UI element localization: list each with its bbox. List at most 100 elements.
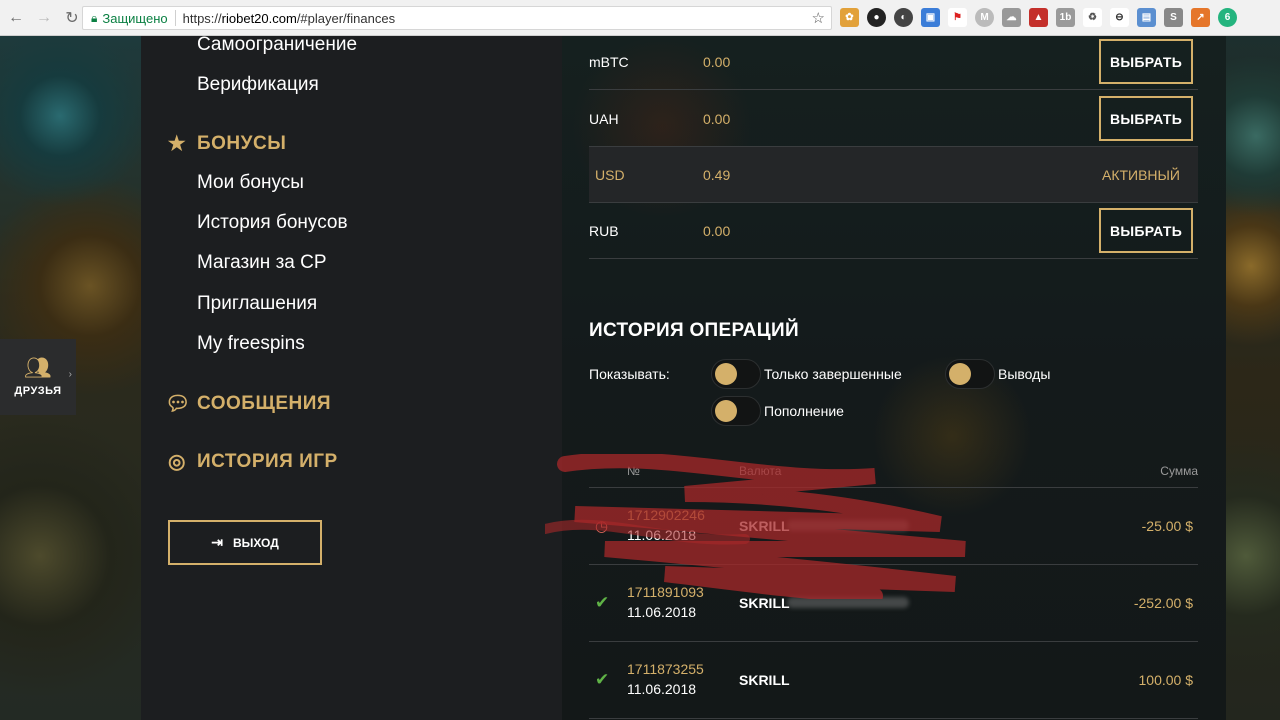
checkmark-icon: ✔: [595, 670, 610, 689]
star-icon: ★: [167, 133, 187, 155]
chart-icon[interactable]: ↗: [1191, 8, 1210, 27]
extension-icon[interactable]: ◐: [894, 8, 913, 27]
table-row[interactable]: ✔ 1711873255 11.06.2018 SKRILL 100.00 $: [589, 642, 1198, 719]
currency-code: USD: [595, 166, 625, 183]
url-text: https://riobet20.com/#player/finances: [182, 10, 396, 26]
currency-amount: 0.00: [703, 53, 731, 70]
currency-code: UAH: [589, 110, 619, 127]
finances-panel: mBTC 0.00 ВЫБРАТЬ UAH 0.00 ВЫБРАТЬ USD 0…: [562, 36, 1226, 720]
bookmark-star-icon[interactable]: ☆: [812, 9, 825, 27]
operation-method: SKRILL: [739, 672, 790, 688]
extension-icon[interactable]: ▤: [1137, 8, 1156, 27]
extension-icon[interactable]: ⊖: [1110, 8, 1129, 27]
extension-icon[interactable]: 1b: [1056, 8, 1075, 27]
forward-arrow-icon[interactable]: →: [32, 6, 56, 30]
toggle-withdrawals-label: Выводы: [998, 366, 1051, 382]
back-arrow-icon[interactable]: ←: [4, 6, 28, 30]
extension-icon[interactable]: M: [975, 8, 994, 27]
currency-amount: 0.00: [703, 222, 731, 239]
toggle-knob: [715, 363, 737, 385]
address-bar[interactable]: 🔒︎ Защищено https://riobet20.com/#player…: [82, 6, 832, 30]
menu-item-invitations[interactable]: Приглашения: [197, 293, 317, 315]
section-messages[interactable]: 💬︎ СООБЩЕНИЯ: [165, 391, 331, 416]
filter-show-label: Показывать:: [589, 366, 670, 382]
lock-icon: 🔒︎: [91, 10, 98, 25]
toggle-completed-only-label: Только завершенные: [764, 366, 902, 382]
recycle-icon[interactable]: ♻: [1083, 8, 1102, 27]
section-messages-title: СООБЩЕНИЯ: [197, 392, 332, 414]
toggle-completed-only[interactable]: [711, 359, 761, 389]
redacted-email: [787, 597, 909, 608]
menu-item-my-bonuses[interactable]: Мои бонусы: [197, 172, 304, 194]
logout-button[interactable]: ⇥ ВЫХОД: [168, 520, 322, 565]
section-games-history[interactable]: ◎ ИСТОРИЯ ИГР: [165, 449, 338, 474]
operation-amount: 100.00 $: [1138, 672, 1194, 688]
operation-amount: -25.00 $: [1141, 518, 1193, 534]
column-header-amount: Сумма: [1160, 464, 1198, 478]
extension-icon[interactable]: ☁: [1002, 8, 1021, 27]
menu-item-self-limitation[interactable]: Самоограничение: [197, 36, 357, 56]
checkmark-icon: ✔: [595, 593, 610, 612]
operation-date: 11.06.2018: [627, 681, 697, 697]
column-header-currency: Валюта: [739, 464, 782, 478]
secure-label: Защищено: [102, 10, 168, 26]
friends-label: ДРУЗЬЯ: [14, 385, 62, 397]
page: 👥︎ ДРУЗЬЯ › Самоограничение Верификация …: [0, 36, 1280, 720]
menu-item-verification[interactable]: Верификация: [197, 74, 319, 96]
section-games-history-title: ИСТОРИЯ ИГР: [197, 450, 338, 472]
active-status-label: АКТИВНЫЙ: [1101, 166, 1180, 183]
menu-item-bonus-history[interactable]: История бонусов: [197, 212, 348, 234]
people-icon: 👥︎: [24, 355, 52, 380]
extension-icon[interactable]: S: [1164, 8, 1183, 27]
toggle-deposits-label: Пополнение: [764, 403, 844, 419]
operations-history-title: ИСТОРИЯ ОПЕРАЦИЙ: [589, 320, 799, 341]
pdf-icon[interactable]: ▲: [1029, 8, 1048, 27]
currency-row-mbtc: mBTC 0.00 ВЫБРАТЬ: [589, 36, 1198, 90]
toggle-knob: [715, 400, 737, 422]
extension-icon[interactable]: ✿: [840, 8, 859, 27]
select-currency-button[interactable]: ВЫБРАТЬ: [1099, 208, 1193, 253]
toggle-deposits[interactable]: [711, 396, 761, 426]
select-currency-button[interactable]: ВЫБРАТЬ: [1099, 39, 1193, 84]
background-art-right: [1226, 36, 1280, 720]
operation-date: 11.06.2018: [627, 604, 697, 620]
currency-row-rub: RUB 0.00 ВЫБРАТЬ: [589, 203, 1198, 259]
redacted-email: [787, 520, 909, 531]
extension-icon[interactable]: ▣: [921, 8, 940, 27]
friends-tab[interactable]: 👥︎ ДРУЗЬЯ ›: [0, 339, 76, 415]
extensions-bar: ✿ ● ◐ ▣ ⚑ M ☁ ▲ 1b ♻ ⊖ ▤ S ↗ 6: [840, 8, 1237, 27]
select-currency-button[interactable]: ВЫБРАТЬ: [1099, 96, 1193, 141]
currency-row-uah: UAH 0.00 ВЫБРАТЬ: [589, 91, 1198, 147]
currency-code: RUB: [589, 222, 619, 239]
logout-label: ВЫХОД: [232, 535, 279, 550]
section-bonuses-title: БОНУСЫ: [197, 132, 287, 154]
menu-item-freespins[interactable]: My freespins: [197, 333, 305, 355]
chat-bubble-icon: 💬︎: [165, 393, 191, 415]
omnibox-divider: [174, 10, 176, 26]
operation-id: 1711873255: [627, 661, 704, 677]
operation-id: 1711891093: [627, 584, 704, 600]
operation-method: SKRILL: [739, 518, 790, 534]
extension-icon[interactable]: 6: [1218, 8, 1237, 27]
flag-icon[interactable]: ⚑: [948, 8, 967, 27]
history-clock-icon: ◎: [168, 451, 186, 473]
toggle-knob: [949, 363, 971, 385]
section-bonuses[interactable]: ★ БОНУСЫ: [165, 131, 286, 156]
operation-id: 1712902246: [627, 507, 705, 523]
extension-icon[interactable]: ●: [867, 8, 886, 27]
browser-toolbar: ← → ↻ 🔒︎ Защищено https://riobet20.com/#…: [0, 0, 1280, 36]
toggle-withdrawals[interactable]: [945, 359, 995, 389]
account-sidebar: Самоограничение Верификация ★ БОНУСЫ Мои…: [141, 36, 562, 720]
currency-row-usd: USD 0.49 АКТИВНЫЙ: [589, 147, 1198, 203]
reload-icon[interactable]: ↻: [60, 6, 84, 30]
menu-item-cp-shop[interactable]: Магазин за CP: [197, 252, 327, 274]
table-row[interactable]: ✔ 1711891093 11.06.2018 SKRILL -252.00 $: [589, 565, 1198, 642]
operation-method: SKRILL: [739, 595, 790, 611]
table-row[interactable]: ◷ 1712902246 11.06.2018 SKRILL -25.00 $: [589, 488, 1198, 565]
pending-clock-icon: ◷: [595, 518, 609, 535]
currency-code: mBTC: [589, 53, 629, 70]
logout-icon: ⇥: [211, 534, 223, 550]
currency-amount: 0.49: [703, 166, 731, 183]
operation-date: 11.06.2018: [627, 527, 697, 543]
operation-amount: -252.00 $: [1133, 595, 1193, 611]
